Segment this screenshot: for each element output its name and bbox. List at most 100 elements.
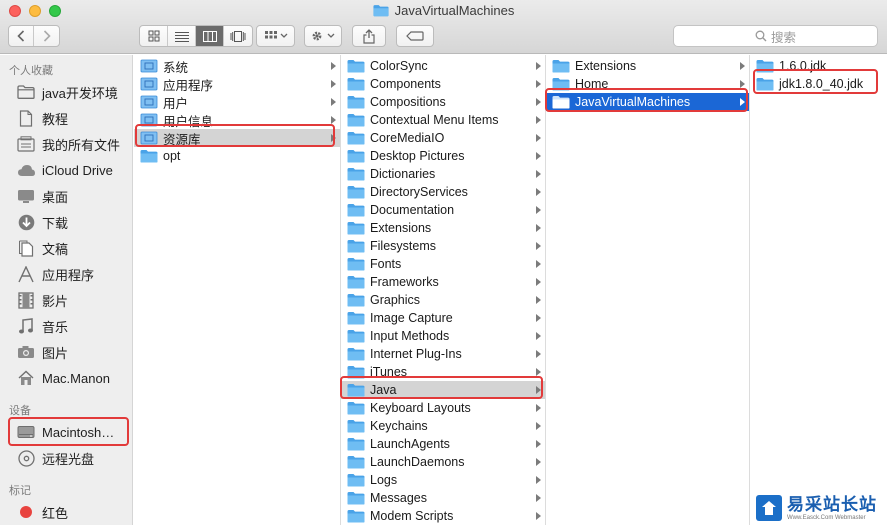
col2-item-13[interactable]: Graphics (341, 291, 545, 309)
col2-item-12[interactable]: Frameworks (341, 273, 545, 291)
sidebar-item-documents[interactable]: 文稿 (16, 237, 68, 259)
sidebar-item-tutorials[interactable]: 教程 (16, 107, 68, 129)
col2-item-7[interactable]: DirectoryServices (341, 183, 545, 201)
col2-item-16[interactable]: Internet Plug-Ins (341, 345, 545, 363)
sidebar-item-macintosh-hd[interactable]: Macintosh… (16, 421, 114, 443)
col2-item-0[interactable]: ColorSync (341, 57, 545, 75)
col3-item-2[interactable]: JavaVirtualMachines (546, 93, 749, 111)
sidebar-item-applications[interactable]: 应用程序 (16, 263, 94, 285)
col1-item-3[interactable]: 用户信息 (134, 111, 340, 129)
folder-icon (347, 383, 365, 397)
col2-item-14[interactable]: Image Capture (341, 309, 545, 327)
list-view-button[interactable] (168, 26, 196, 46)
col2-item-4[interactable]: CoreMediaIO (341, 129, 545, 147)
sidebar-item-movies[interactable]: 影片 (16, 289, 68, 311)
search-icon (755, 30, 767, 42)
sidebar-item-music[interactable]: 音乐 (16, 315, 68, 337)
col2-item-20[interactable]: Keychains (341, 417, 545, 435)
folder-icon (347, 347, 365, 361)
edit-tags-button[interactable] (396, 25, 434, 47)
column-view-button[interactable] (196, 26, 224, 46)
sidebar-item-downloads[interactable]: 下载 (16, 211, 68, 233)
col2-item-3[interactable]: Contextual Menu Items (341, 111, 545, 129)
folder-icon (347, 329, 365, 343)
coverflow-icon (230, 30, 246, 42)
share-button[interactable] (352, 25, 386, 47)
col2-item-11[interactable]: Fonts (341, 255, 545, 273)
item-label: Components (370, 77, 441, 91)
folder-icon (140, 149, 158, 163)
col1-item-5[interactable]: opt (134, 147, 340, 165)
search-field[interactable]: 搜索 (673, 25, 878, 47)
col2-item-1[interactable]: Components (341, 75, 545, 93)
sidebar-tag-red[interactable]: 红色 (16, 501, 68, 523)
sidebar-item-java-env[interactable]: java开发环境 (16, 81, 118, 103)
window-title: JavaVirtualMachines (0, 3, 887, 18)
col4-item-0[interactable]: 1.6.0.jdk (750, 57, 887, 75)
item-label: LaunchDaemons (370, 455, 465, 469)
item-label: Keychains (370, 419, 428, 433)
sidebar-item-pictures[interactable]: 图片 (16, 341, 68, 363)
col1-item-0[interactable]: 系统 (134, 57, 340, 75)
col2-item-19[interactable]: Keyboard Layouts (341, 399, 545, 417)
forward-button[interactable] (34, 26, 59, 46)
folder-icon (347, 167, 365, 181)
sidebar-item-home[interactable]: Mac.Manon (16, 367, 110, 389)
arrange-button[interactable] (256, 25, 295, 47)
col1-item-2[interactable]: 用户 (134, 93, 340, 111)
disclosure-arrow-icon (536, 224, 541, 232)
sidebar-item-desktop[interactable]: 桌面 (16, 185, 68, 207)
home-icon (16, 369, 36, 387)
col2-item-10[interactable]: Filesystems (341, 237, 545, 255)
folder-icon (347, 257, 365, 271)
col2-item-21[interactable]: LaunchAgents (341, 435, 545, 453)
item-label: Graphics (370, 293, 421, 307)
disc-icon (16, 449, 36, 467)
disclosure-arrow-icon (536, 278, 541, 286)
icon-view-button[interactable] (140, 26, 168, 46)
col2-item-22[interactable]: LaunchDaemons (341, 453, 545, 471)
chevron-right-icon (43, 30, 51, 42)
cover-flow-button[interactable] (224, 26, 252, 46)
users-folder-icon (140, 95, 158, 109)
col2-item-9[interactable]: Extensions (341, 219, 545, 237)
tags-header: 标记 (9, 485, 31, 497)
col3-item-0[interactable]: Extensions (546, 57, 749, 75)
col4-item-1[interactable]: jdk1.8.0_40.jdk (750, 75, 887, 93)
sidebar-item-remote-disc[interactable]: 远程光盘 (16, 447, 94, 469)
disclosure-arrow-icon (536, 350, 541, 358)
sidebar-item-all-files[interactable]: 我的所有文件 (16, 133, 120, 155)
col2-item-2[interactable]: Compositions (341, 93, 545, 111)
col2-item-6[interactable]: Dictionaries (341, 165, 545, 183)
disclosure-arrow-icon (536, 332, 541, 340)
sidebar: 个人收藏 java开发环境 教程 我的所有文件 iCloud Drive 桌面 … (0, 55, 133, 525)
chevron-left-icon (17, 30, 25, 42)
col1-item-1[interactable]: 应用程序 (134, 75, 340, 93)
col2-item-25[interactable]: Modem Scripts (341, 507, 545, 525)
tag-icon (406, 31, 424, 41)
col3-item-1[interactable]: Home (546, 75, 749, 93)
gear-icon (312, 31, 335, 41)
disclosure-arrow-icon (536, 458, 541, 466)
col2-item-24[interactable]: Messages (341, 489, 545, 507)
col2-item-23[interactable]: Logs (341, 471, 545, 489)
grid-icon (148, 30, 159, 42)
sidebar-item-icloud[interactable]: iCloud Drive (16, 159, 113, 181)
item-label: Keyboard Layouts (370, 401, 471, 415)
search-placeholder: 搜索 (770, 30, 796, 45)
action-button[interactable] (304, 25, 342, 47)
col2-item-17[interactable]: iTunes (341, 363, 545, 381)
disclosure-arrow-icon (740, 80, 745, 88)
item-label: Documentation (370, 203, 455, 217)
folder-icon (552, 95, 570, 109)
back-button[interactable] (9, 26, 34, 46)
col2-item-5[interactable]: Desktop Pictures (341, 147, 545, 165)
col2-item-8[interactable]: Documentation (341, 201, 545, 219)
item-label: Filesystems (370, 239, 436, 253)
col2-item-15[interactable]: Input Methods (341, 327, 545, 345)
col2-item-18[interactable]: Java (341, 381, 545, 399)
item-label: ColorSync (370, 59, 428, 73)
folder-icon (552, 59, 570, 73)
film-icon (16, 291, 36, 309)
col1-item-4[interactable]: 资源库 (134, 129, 340, 147)
